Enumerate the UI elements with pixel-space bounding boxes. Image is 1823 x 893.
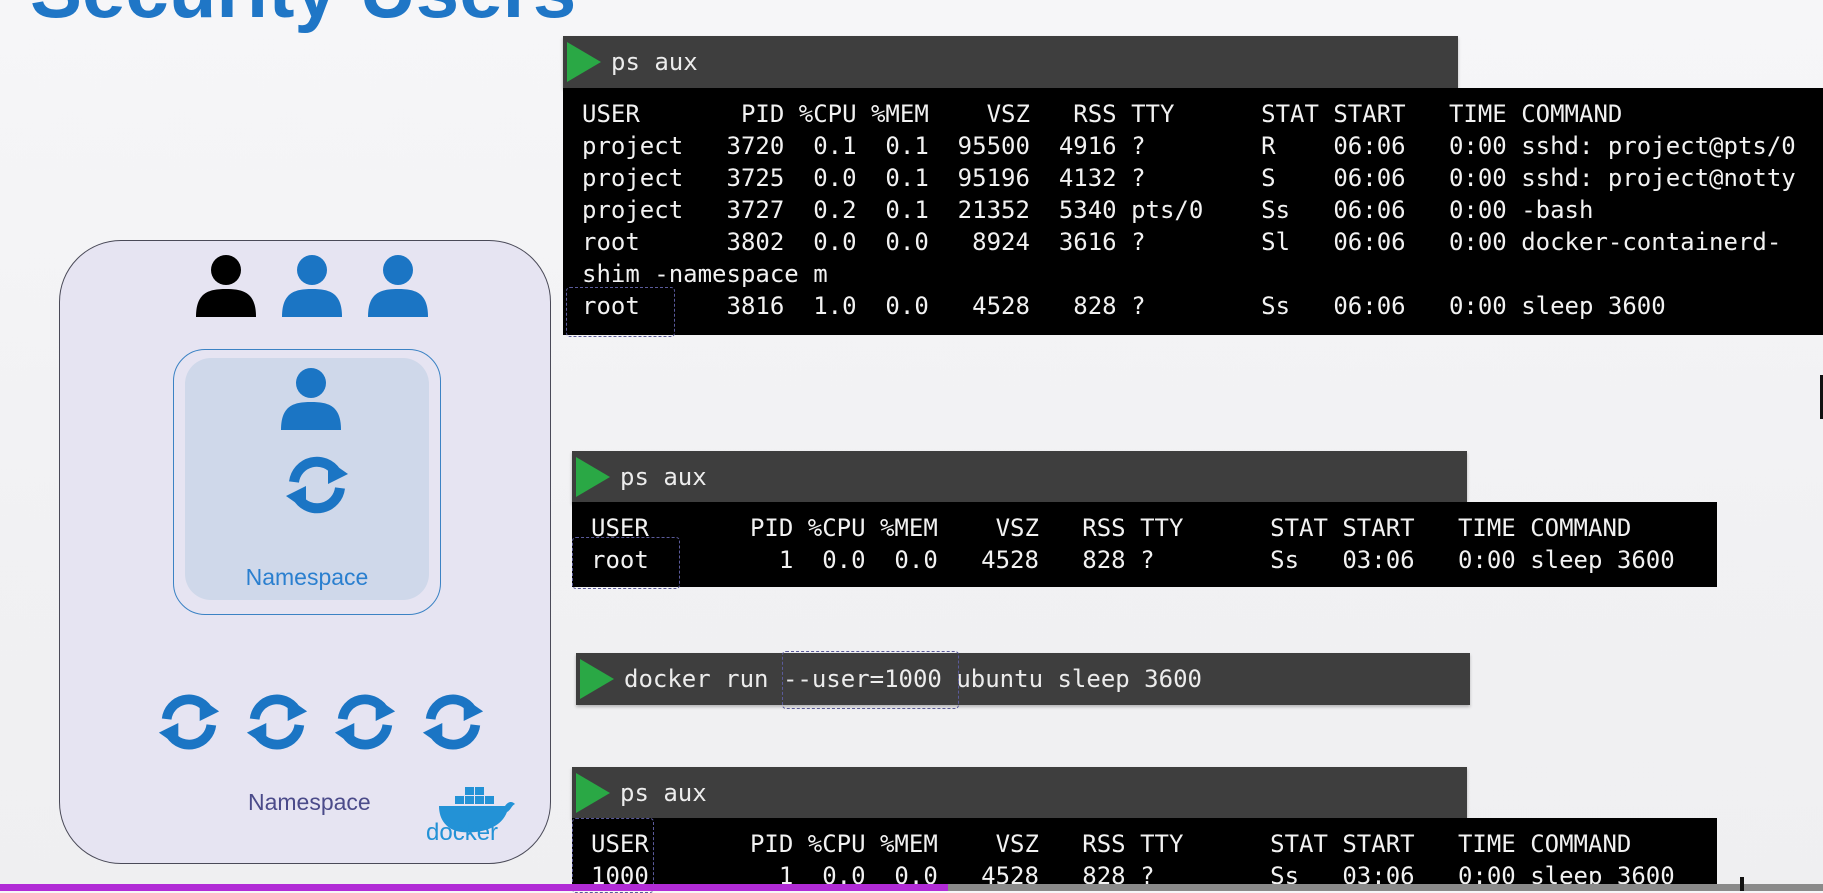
person-icon bbox=[282, 255, 342, 317]
command-bar: ps aux bbox=[563, 36, 1458, 88]
docker-wordmark: docker bbox=[426, 819, 499, 846]
host-namespace-label: Namespace bbox=[248, 789, 371, 815]
terminal-line: USER PID %CPU %MEM VSZ RSS TTY STAT STAR… bbox=[591, 514, 1632, 542]
terminal-output: USER PID %CPU %MEM VSZ RSS TTY STAT STAR… bbox=[563, 88, 1823, 335]
video-progress-bar[interactable] bbox=[0, 884, 1823, 891]
command-text: docker run --user=1000 ubuntu sleep 3600 bbox=[624, 665, 1202, 693]
play-icon bbox=[580, 659, 614, 699]
sync-icon bbox=[246, 694, 308, 750]
terminal-line: project 3720 0.1 0.1 95500 4916 ? R 06:0… bbox=[582, 132, 1796, 160]
command-bar: docker run --user=1000 ubuntu sleep 3600 bbox=[576, 653, 1470, 705]
command-text: ps aux bbox=[620, 463, 707, 491]
play-icon bbox=[576, 457, 610, 497]
host-users bbox=[195, 253, 429, 317]
person-icon bbox=[281, 368, 341, 430]
playhead[interactable] bbox=[1740, 877, 1744, 891]
terminal-line: USER PID %CPU %MEM VSZ RSS TTY STAT STAR… bbox=[582, 100, 1623, 128]
slide-title: Security Users bbox=[30, 0, 576, 36]
sync-icon bbox=[334, 694, 396, 750]
person-icon bbox=[368, 255, 428, 317]
terminal-line: project 3727 0.2 0.1 21352 5340 pts/0 Ss… bbox=[582, 196, 1594, 224]
terminal-line: project 3725 0.0 0.1 95196 4132 ? S 06:0… bbox=[582, 164, 1796, 192]
terminal-output: USER PID %CPU %MEM VSZ RSS TTY STAT STAR… bbox=[572, 502, 1717, 587]
container-namespace: Namespace bbox=[173, 349, 441, 615]
sync-icon bbox=[286, 456, 348, 514]
namespace-label: Namespace bbox=[245, 564, 369, 590]
host-container: Namespace Namespace docker bbox=[59, 240, 551, 864]
terminal-line: USER PID %CPU %MEM VSZ RSS TTY STAT STAR… bbox=[591, 830, 1632, 858]
sync-icon bbox=[422, 694, 484, 750]
host-processes bbox=[155, 691, 487, 753]
terminal-line: root 3802 0.0 0.0 8924 3616 ? Sl 06:06 0… bbox=[582, 228, 1782, 256]
play-icon bbox=[576, 773, 610, 813]
command-text: ps aux bbox=[620, 779, 707, 807]
terminal-output: USER PID %CPU %MEM VSZ RSS TTY STAT STAR… bbox=[572, 818, 1717, 891]
terminal-line: root 3816 1.0 0.0 4528 828 ? Ss 06:06 0:… bbox=[582, 292, 1666, 320]
play-icon bbox=[567, 42, 601, 82]
terminal-line: root 1 0.0 0.0 4528 828 ? Ss 03:06 0:00 … bbox=[591, 546, 1675, 574]
video-progress-fill bbox=[0, 884, 948, 891]
command-bar: ps aux bbox=[572, 451, 1467, 503]
person-icon bbox=[196, 255, 256, 317]
command-bar: ps aux bbox=[572, 767, 1467, 819]
terminal-line: shim -namespace m bbox=[582, 260, 828, 288]
sync-icon bbox=[158, 694, 220, 750]
command-text: ps aux bbox=[611, 48, 698, 76]
